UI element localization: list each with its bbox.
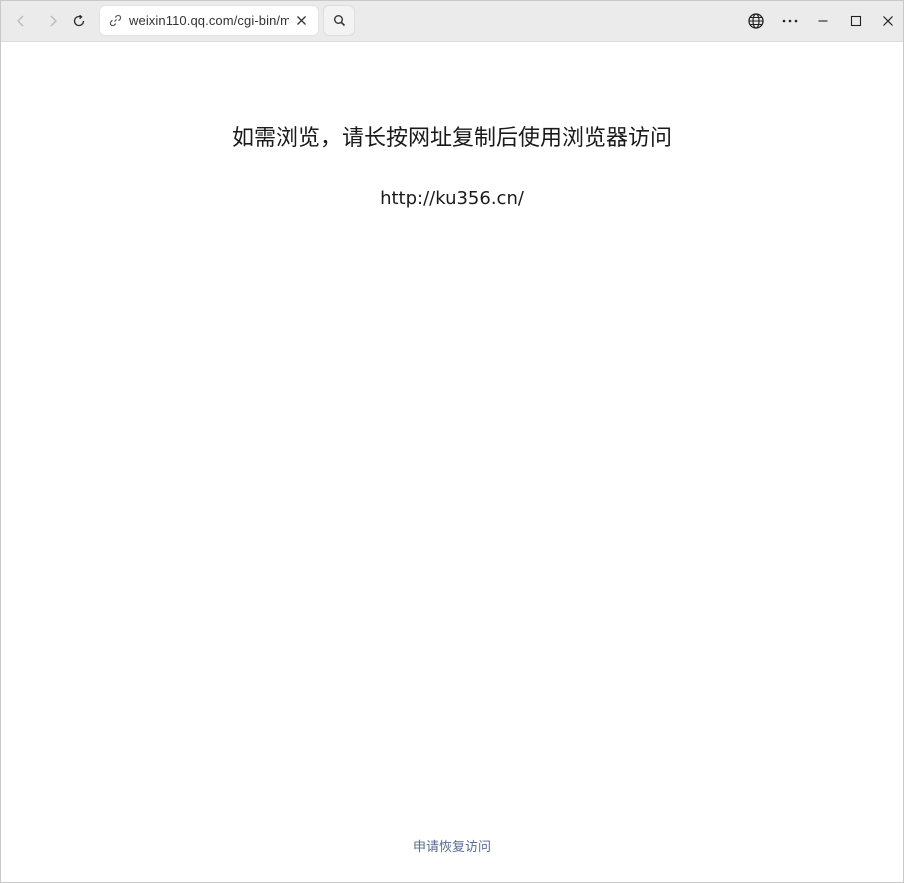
browser-window: weixin110.qq.com/cgi-bin/mmspamsupport-b… (0, 0, 904, 883)
reload-button[interactable] (65, 7, 93, 35)
browser-toolbar: weixin110.qq.com/cgi-bin/mmspamsupport-b… (1, 1, 903, 42)
address-bar[interactable]: weixin110.qq.com/cgi-bin/mmspamsupport-b… (100, 6, 318, 35)
address-url-text[interactable]: weixin110.qq.com/cgi-bin/mmspamsupport-b… (129, 13, 289, 29)
more-button[interactable] (776, 7, 804, 35)
forward-button[interactable] (39, 7, 67, 35)
more-icon (782, 19, 798, 23)
target-url-text: http://ku356.cn/ (380, 188, 524, 209)
maximize-icon (850, 15, 862, 27)
maximize-button[interactable] (842, 7, 870, 35)
back-button[interactable] (7, 7, 35, 35)
restore-access-link[interactable]: 申请恢复访问 (1, 839, 903, 857)
page-content: 如需浏览，请长按网址复制后使用浏览器访问 http://ku356.cn/ 申请… (1, 42, 903, 882)
chevron-right-icon (50, 15, 57, 27)
minimize-button[interactable] (809, 7, 837, 35)
chevron-left-icon (17, 15, 24, 27)
clear-url-icon[interactable] (295, 14, 308, 27)
translate-button[interactable] (742, 7, 770, 35)
close-icon (883, 16, 893, 26)
close-window-button[interactable] (874, 7, 902, 35)
minimize-icon (818, 20, 828, 22)
link-icon (109, 14, 122, 27)
notice-text: 如需浏览，请长按网址复制后使用浏览器访问 (231, 126, 672, 151)
reload-icon (73, 14, 85, 27)
search-icon (333, 15, 345, 27)
globe-icon (748, 13, 764, 29)
search-button[interactable] (324, 6, 354, 35)
